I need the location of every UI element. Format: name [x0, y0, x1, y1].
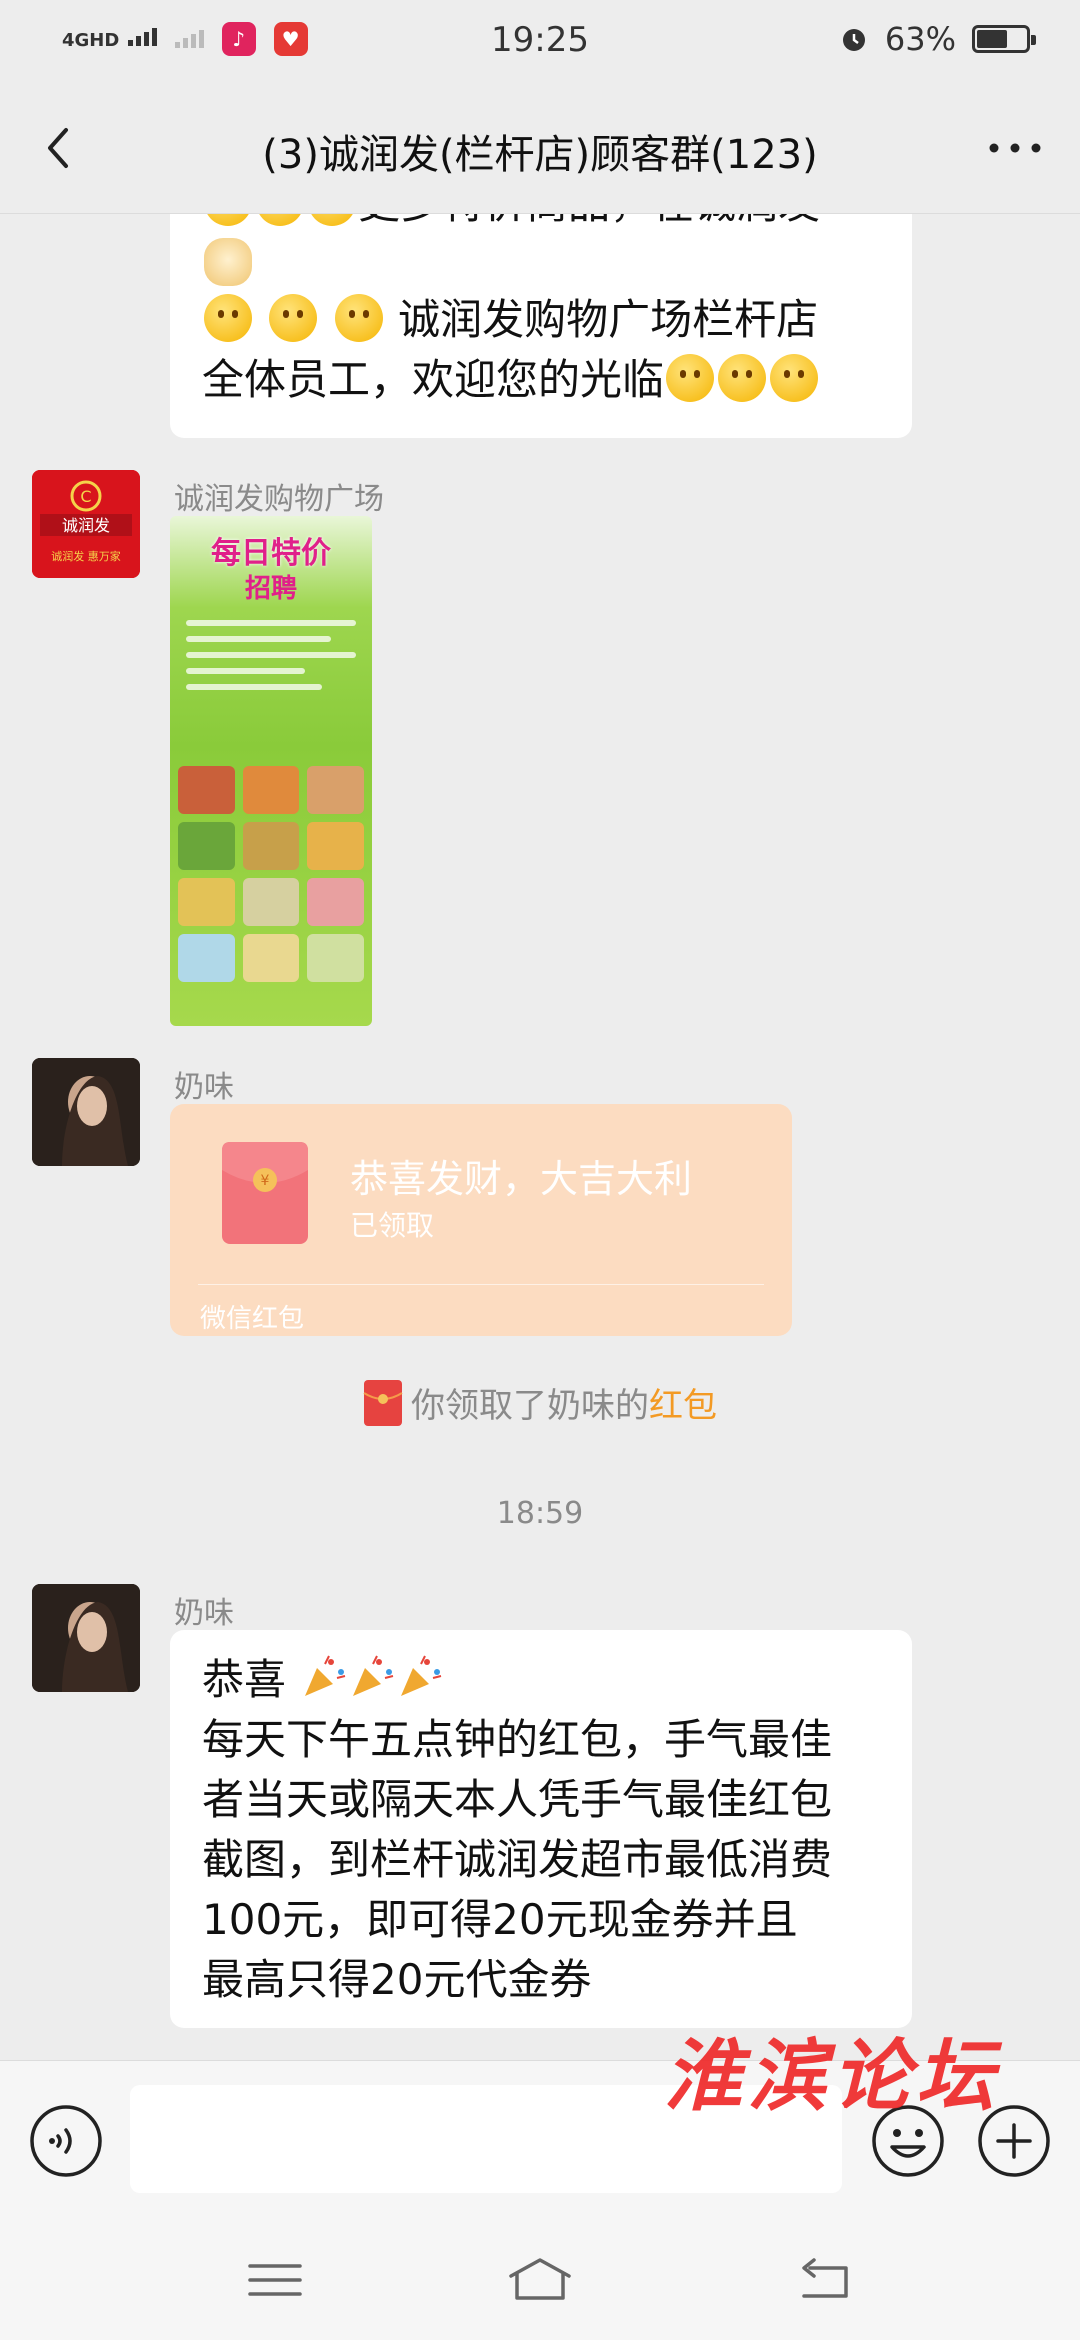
voice-icon[interactable]	[28, 2103, 104, 2179]
hug-emoji-icon	[204, 294, 252, 342]
message-bubble-last[interactable]: 恭喜 每天下午五点钟的红包，手气最佳 者当天或隔天本人凭手气最佳红包 截图，到栏…	[170, 1630, 912, 2028]
chat-area[interactable]: 更多特价商品，在诚润发 诚润发购物广场栏杆店 全体员工，欢迎您的光临 C 诚润发…	[0, 214, 1080, 2060]
hug-emoji-icon	[269, 294, 318, 342]
status-right: 63%	[839, 20, 1036, 58]
last-line-4: 截图，到栏杆诚润发超市最低消费	[202, 1835, 833, 1884]
avatar-photo-icon	[32, 1058, 140, 1166]
hug-emoji-icon	[204, 214, 252, 226]
poster-title: 每日特价	[211, 536, 331, 571]
wink-emoji-icon	[718, 354, 767, 402]
nav-bar: (3)诚润发(栏杆店)顾客群(123)	[0, 84, 1080, 214]
prev-line-3: 诚润发购物广场栏杆店	[202, 290, 880, 350]
battery-icon	[972, 25, 1036, 53]
battery-percent: 63%	[884, 20, 956, 58]
avatar-store[interactable]: C 诚润发 诚润发 惠万家	[32, 470, 140, 578]
poster-image[interactable]: 每日特价 招聘	[170, 516, 372, 1026]
menu-icon[interactable]	[240, 2250, 310, 2310]
poster-product-grid	[178, 766, 364, 982]
wink-emoji-icon	[666, 354, 715, 402]
poster-subtitle: 招聘	[244, 574, 297, 604]
system-nav-bar	[0, 2220, 1080, 2340]
last-line-2: 每天下午五点钟的红包，手气最佳	[202, 1715, 833, 1764]
avatar-naiwei[interactable]	[32, 1058, 140, 1166]
last-line-3: 者当天或隔天本人凭手气最佳红包	[202, 1775, 833, 1824]
red-packet-icon: ¥	[222, 1142, 308, 1244]
home-icon[interactable]	[505, 2250, 575, 2310]
red-packet-small-icon	[363, 1380, 403, 1426]
watermark: 淮滨论坛	[664, 2031, 1001, 2122]
avatar-photo-icon	[32, 1584, 140, 1692]
red-packet-title: 恭喜发财，大吉大利	[350, 1157, 693, 1201]
prev-line-1: 更多特价商品，在诚润发	[202, 214, 880, 234]
prev-line-2	[202, 234, 880, 290]
last-line-6: 最高只得20元代金券	[202, 1955, 592, 2004]
store-logo-icon: C 诚润发 诚润发 惠万家	[32, 470, 140, 578]
time-separator: 18:59	[496, 1496, 584, 1531]
prev-text-line2: 诚润发购物广场栏杆店	[398, 295, 819, 344]
more-dots-icon[interactable]	[980, 118, 1050, 178]
hug-emoji-icon	[334, 294, 383, 342]
party-popper-icon	[353, 1655, 394, 1696]
avatar-naiwei[interactable]	[32, 1584, 140, 1692]
last-text-line1: 恭喜	[202, 1655, 287, 1704]
poster-text-lines	[186, 620, 356, 700]
system-notice-text: 你领取了奶味的	[411, 1386, 649, 1426]
hug-emoji-icon	[256, 214, 304, 226]
party-popper-icon	[401, 1655, 442, 1696]
red-packet-card[interactable]: ¥ 恭喜发财，大吉大利 已领取 微信红包	[170, 1104, 792, 1336]
avatar-line1: 诚润发	[62, 516, 110, 535]
sender-name: 奶味	[174, 1596, 234, 1631]
sender-name: 奶味	[174, 1070, 234, 1105]
last-line-1: 恭喜	[202, 1650, 880, 1710]
chat-title: (3)诚润发(栏杆店)顾客群(123)	[262, 132, 818, 178]
prev-text-line3: 全体员工，欢迎您的光临	[202, 355, 665, 404]
party-popper-icon	[305, 1655, 346, 1696]
red-packet-divider	[198, 1284, 764, 1285]
avatar-line2: 诚润发 惠万家	[51, 549, 121, 563]
sender-name: 诚润发购物广场	[174, 482, 384, 517]
wink-emoji-icon	[770, 354, 819, 402]
red-packet-status: 已领取	[350, 1209, 435, 1242]
system-notice: 你领取了奶味的红包	[0, 1378, 1080, 1427]
back-nav-icon[interactable]	[790, 2250, 860, 2310]
system-notice-link[interactable]: 红包	[649, 1386, 717, 1426]
prev-line-4: 全体员工，欢迎您的光临	[202, 350, 880, 410]
message-bubble-prev[interactable]: 更多特价商品，在诚润发 诚润发购物广场栏杆店 全体员工，欢迎您的光临	[170, 214, 912, 438]
doge-emoji-icon	[204, 238, 252, 286]
prev-text-partial: 更多特价商品，在诚润发	[358, 214, 820, 228]
status-bar: 4GHD ♪ ♥ 19:25 63%	[0, 0, 1080, 84]
svg-text:C: C	[80, 487, 91, 506]
red-packet-symbol: ¥	[261, 1173, 270, 1189]
alarm-icon	[842, 29, 865, 51]
last-line-5: 100元，即可得20元现金券并且	[202, 1895, 798, 1944]
red-packet-footer: 微信红包	[200, 1304, 305, 1334]
hug-emoji-icon	[308, 214, 356, 226]
